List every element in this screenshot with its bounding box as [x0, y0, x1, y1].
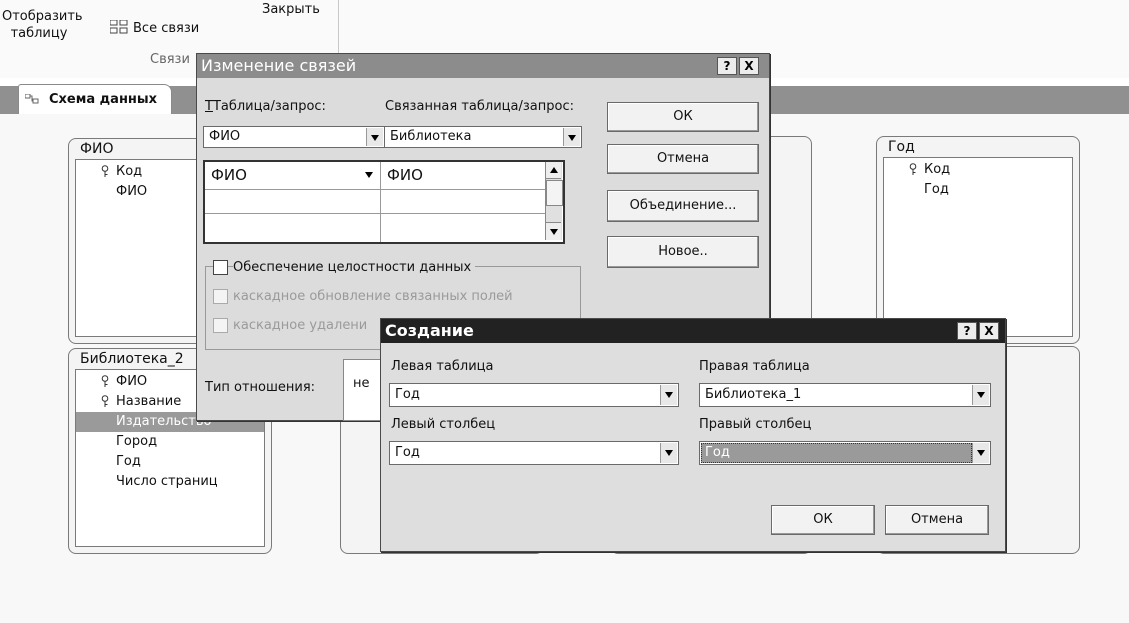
combo-value: Год — [705, 445, 730, 460]
cancel-button[interactable]: Отмена — [885, 505, 989, 535]
field-item[interactable]: Число страниц — [76, 472, 264, 492]
table-title: Год — [888, 139, 915, 155]
scroll-thumb[interactable] — [546, 180, 563, 206]
right-column-label: Правый столбец — [699, 417, 812, 432]
scroll-up-icon[interactable] — [546, 162, 561, 179]
dialog-titlebar: Изменение связей ? X — [197, 54, 769, 78]
dropdown-arrow-icon[interactable] — [972, 385, 989, 405]
close-button[interactable]: X — [739, 57, 759, 75]
cascade-delete-label: каскадное удалени — [233, 318, 368, 333]
key-icon — [909, 163, 917, 175]
selected-highlight — [701, 443, 972, 463]
field-name: Код — [924, 162, 951, 177]
field-name: Год — [924, 182, 949, 197]
relation-type-label: Тип отношения: — [205, 380, 316, 395]
combo-value: Год — [395, 445, 420, 460]
grid-scrollbar[interactable] — [545, 162, 563, 240]
create-dialog: Создание ? X Левая таблица Правая таблиц… — [380, 318, 1006, 552]
field-name: ФИО — [116, 184, 148, 199]
field-name: Год — [116, 454, 141, 469]
grid-col-divider — [380, 162, 381, 242]
combo-value: ФИО — [209, 129, 241, 144]
ok-button[interactable]: ОК — [771, 505, 875, 535]
table-box-god[interactable]: Год Код Год — [876, 136, 1080, 344]
cascade-delete-checkbox[interactable] — [213, 318, 228, 333]
dropdown-arrow-icon[interactable] — [563, 128, 580, 146]
table-title: Библиотека_2 — [80, 351, 184, 367]
relationships-group-label: Связи — [150, 52, 190, 67]
field-name: Название — [116, 394, 182, 409]
key-icon — [101, 165, 109, 177]
cascade-update-label: каскадное обновление связанных полей — [233, 289, 513, 304]
show-table-label-1: Отобразить — [2, 9, 83, 24]
combo-value: Библиотека — [390, 129, 472, 144]
combo-value: Библиотека_1 — [705, 387, 802, 402]
help-button[interactable]: ? — [717, 57, 737, 75]
cascade-update-checkbox[interactable] — [213, 289, 228, 304]
field-list: Код Год — [883, 157, 1073, 337]
table-query-combo[interactable]: ФИО — [203, 126, 385, 148]
left-column-combo[interactable]: Год — [389, 441, 679, 465]
dialog-title: Создание — [385, 321, 474, 340]
related-table-combo[interactable]: Библиотека — [384, 126, 582, 148]
related-table-label: Связанная таблица/запрос: — [385, 99, 574, 114]
key-icon — [101, 395, 109, 407]
grid-dropdown-arrow-icon[interactable] — [361, 166, 377, 184]
left-table-label: Левая таблица — [391, 359, 494, 374]
table-title: ФИО — [80, 141, 114, 157]
dropdown-arrow-icon[interactable] — [972, 443, 989, 463]
help-button[interactable]: ? — [957, 322, 977, 340]
table-query-label: ТТаблица/запрос: — [205, 99, 326, 114]
all-links-label: Все связи — [133, 21, 200, 36]
integrity-label: Обеспечение целостности данных — [233, 260, 476, 275]
cancel-button[interactable]: Отмена — [607, 144, 759, 174]
key-icon — [101, 375, 109, 387]
field-grid[interactable]: ФИО ФИО — [203, 160, 565, 244]
right-table-combo[interactable]: Библиотека_1 — [699, 383, 991, 407]
close-button[interactable]: X — [979, 322, 999, 340]
left-table-combo[interactable]: Год — [389, 383, 679, 407]
table-query-label-text: Таблица/запрос: — [212, 99, 326, 114]
field-item[interactable]: Год — [884, 180, 1072, 200]
dropdown-arrow-icon[interactable] — [366, 128, 383, 146]
field-item[interactable]: Город — [76, 432, 264, 452]
right-column-combo[interactable]: Год — [699, 441, 991, 465]
integrity-checkbox[interactable] — [213, 260, 228, 275]
field-item[interactable]: Год — [76, 452, 264, 472]
relationships-icon — [25, 94, 39, 104]
ok-button[interactable]: ОК — [607, 102, 759, 132]
scroll-down-icon[interactable] — [546, 222, 561, 240]
field-item[interactable]: Код — [884, 160, 1072, 180]
new-button[interactable]: Новое.. — [607, 236, 759, 268]
grid-row-divider — [205, 213, 561, 214]
join-type-button[interactable]: Объединение... — [607, 190, 759, 222]
dialog-titlebar: Создание ? X — [381, 319, 1005, 343]
tab-data-schema[interactable]: Схема данных — [18, 84, 172, 115]
dropdown-arrow-icon[interactable] — [660, 385, 677, 405]
right-table-label: Правая таблица — [699, 359, 810, 374]
grid-right-field[interactable]: ФИО — [387, 166, 423, 184]
grid-row-divider — [205, 189, 561, 190]
relation-type-value: не — [353, 376, 370, 391]
field-name: Город — [116, 434, 158, 449]
field-name: Код — [116, 164, 143, 179]
show-table-label-2: таблицу — [10, 26, 68, 41]
show-table-button[interactable]: Отобразить таблицу — [2, 8, 83, 42]
grid-left-field[interactable]: ФИО — [211, 166, 247, 184]
dialog-title: Изменение связей — [201, 56, 357, 75]
close-button[interactable]: Закрыть — [262, 2, 320, 17]
tab-label: Схема данных — [49, 92, 158, 107]
field-name: ФИО — [116, 374, 148, 389]
combo-value: Год — [395, 387, 420, 402]
field-name: Число страниц — [116, 474, 218, 489]
left-column-label: Левый столбец — [391, 417, 496, 432]
dropdown-arrow-icon[interactable] — [660, 443, 677, 463]
